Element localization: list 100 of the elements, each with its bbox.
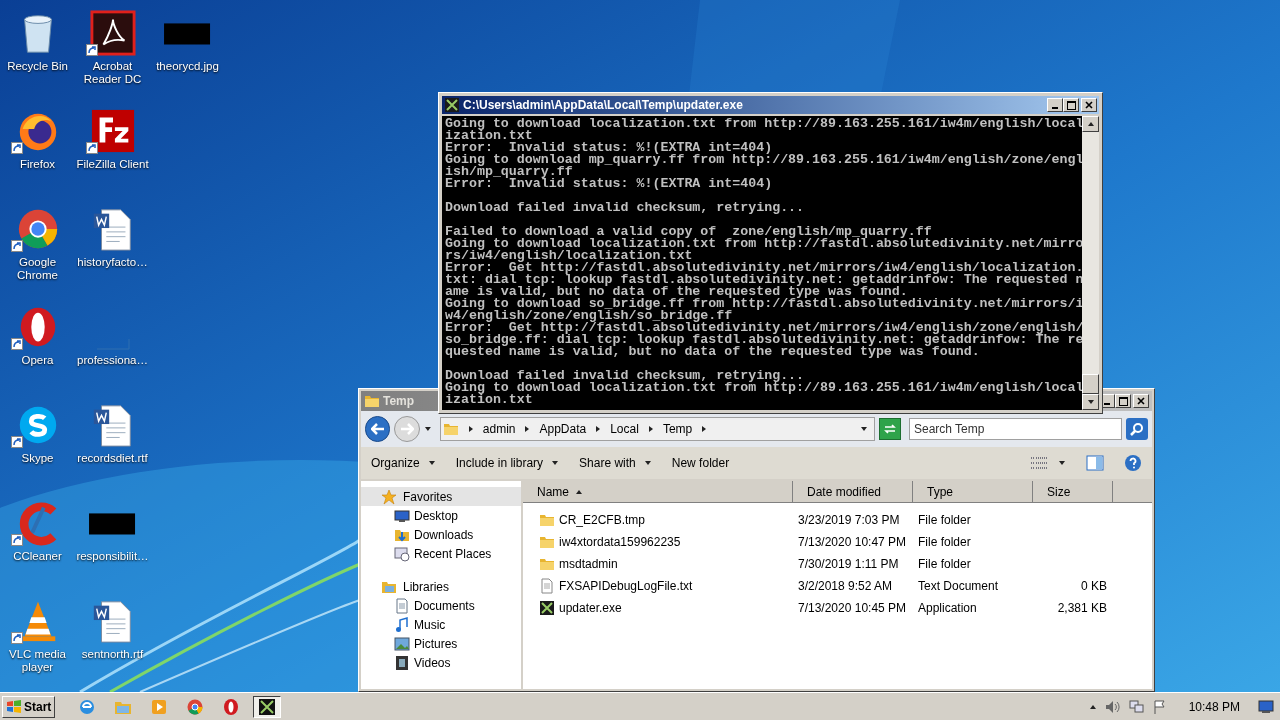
maximize-button[interactable] xyxy=(1063,98,1079,112)
clock[interactable]: 10:48 PM xyxy=(1188,697,1240,716)
nav-item[interactable]: Pictures xyxy=(361,634,521,653)
opera-icon xyxy=(222,697,241,716)
nav-item-label: Desktop xyxy=(414,507,459,525)
minimize-button[interactable] xyxy=(1047,98,1063,112)
toolbar-button[interactable]: Organize xyxy=(371,454,436,472)
breadcrumb-item[interactable]: Local xyxy=(610,420,639,438)
scrollbar[interactable] xyxy=(1082,116,1099,410)
table-cell-text: File folder xyxy=(917,512,972,529)
file-name: iw4xtordata159962235 xyxy=(559,534,681,551)
breadcrumb-arrow-icon xyxy=(466,425,475,433)
breadcrumb-item[interactable]: Temp xyxy=(662,420,693,438)
desktop-icon-label[interactable]: Skype xyxy=(0,452,75,465)
table-cell-text: 0 KB xyxy=(1080,578,1108,595)
nav-group-label: Libraries xyxy=(403,578,450,596)
view-options-icon[interactable] xyxy=(1030,456,1048,470)
refresh-button[interactable] xyxy=(879,418,901,440)
nav-item[interactable]: Music xyxy=(361,615,521,634)
desktop-icon-label[interactable]: Firefox xyxy=(0,158,75,171)
forward-arrow-icon xyxy=(400,423,415,435)
console-line: Error: Invalid status: %!(EXTRA int=404) xyxy=(445,142,773,154)
desktop-icon-label[interactable]: responsibilit… xyxy=(75,550,150,563)
file-name-cell[interactable]: updater.exe xyxy=(523,599,793,617)
console-line: Failed to download a valid copy of zone/english/mp_quarry.ff xyxy=(445,226,932,238)
desktop-icon-label[interactable]: Recycle Bin xyxy=(0,60,75,73)
back-arrow-icon xyxy=(370,423,385,435)
table-cell-text: 7/13/2020 10:47 PM xyxy=(797,534,908,551)
nav-item-label: Pictures xyxy=(414,635,458,653)
nav-item[interactable]: Videos xyxy=(361,653,521,672)
desktop-icon-label[interactable]: Opera xyxy=(0,354,75,367)
scroll-up-icon xyxy=(1086,120,1095,128)
acrobat-icon xyxy=(89,10,136,56)
chrome-icon xyxy=(186,697,205,716)
star-icon xyxy=(381,488,397,505)
console-icon xyxy=(444,97,460,113)
file-name-cell[interactable]: FXSAPIDebugLogFile.txt xyxy=(523,577,793,595)
desktop-icon-label[interactable]: theorycd.jpg xyxy=(150,60,225,73)
breadcrumb-arrow-icon xyxy=(646,425,655,433)
file-name-cell[interactable]: CR_E2CFB.tmp xyxy=(523,511,793,529)
file-name: updater.exe xyxy=(559,600,622,617)
nav-item[interactable]: Desktop xyxy=(361,506,521,525)
breadcrumb-item[interactable]: admin xyxy=(482,420,516,438)
flag-icon[interactable] xyxy=(1152,699,1167,714)
breadcrumb-item[interactable]: AppData xyxy=(539,420,587,438)
recent-icon xyxy=(394,545,410,562)
nav-group[interactable]: Favorites xyxy=(361,487,521,506)
network-icon[interactable] xyxy=(1128,699,1145,714)
documents-icon xyxy=(394,597,410,614)
toolbar-button[interactable]: Share with xyxy=(579,454,652,472)
search-field[interactable]: Search Temp xyxy=(908,418,1123,440)
speaker-icon[interactable] xyxy=(1104,699,1121,714)
media-icon xyxy=(150,697,169,716)
scroll-down-icon xyxy=(1086,398,1095,406)
desktop-icon-label[interactable]: Acrobat Reader DC xyxy=(75,60,150,86)
start-button[interactable]: Start xyxy=(2,695,56,718)
desktop-icon-label[interactable]: sentnorth.rtf xyxy=(75,648,150,661)
taskbar-button[interactable] xyxy=(253,695,282,718)
toolbar-button[interactable]: New folder xyxy=(671,454,730,472)
preview-pane-icon[interactable] xyxy=(1086,455,1104,471)
help-icon[interactable] xyxy=(1124,454,1142,472)
nav-item[interactable]: Documents xyxy=(361,596,521,615)
address-bar[interactable]: admin AppData Local Temp xyxy=(439,417,876,441)
pictures-icon xyxy=(394,635,410,652)
nav-item[interactable]: Downloads xyxy=(361,525,521,544)
console-line: Error: Invalid status: %!(EXTRA int=404) xyxy=(445,178,774,190)
window-title: Temp xyxy=(383,393,415,410)
desktop-icon-label[interactable]: CCleaner xyxy=(0,550,75,563)
show-desktop-icon[interactable] xyxy=(1258,699,1274,714)
file-name-cell[interactable]: iw4xtordata159962235 xyxy=(523,533,793,551)
history-caret-icon xyxy=(423,425,432,433)
windows-logo-icon xyxy=(6,699,22,714)
search-button[interactable] xyxy=(1126,418,1148,440)
console-line: w4/english/zone/english/so_bridge.ff xyxy=(445,310,733,322)
desktop-icon-label[interactable]: recordsdiet.rtf xyxy=(75,452,150,465)
table-cell-text: 7/30/2019 1:11 PM xyxy=(797,556,900,573)
back-button[interactable] xyxy=(365,416,391,442)
desktop-icon-label[interactable]: professiona… xyxy=(75,354,150,367)
file-name-cell[interactable]: msdtadmin xyxy=(523,555,793,573)
maximize-button[interactable] xyxy=(1115,394,1131,408)
column-header[interactable]: Date modified xyxy=(793,481,913,503)
toolbar-button[interactable]: Include in library xyxy=(455,454,560,472)
scrollbar-thumb[interactable] xyxy=(1082,374,1099,394)
nav-item[interactable]: Recent Places xyxy=(361,544,521,563)
window-title: C:\Users\admin\AppData\Local\Temp\updater.exe xyxy=(463,97,744,114)
folder-icon xyxy=(364,393,380,409)
file-name: msdtadmin xyxy=(559,556,618,573)
desktop-icon-label[interactable]: Google Chrome xyxy=(0,256,75,282)
close-button[interactable] xyxy=(1081,98,1097,112)
dropdown-caret-icon xyxy=(643,459,652,467)
nav-group[interactable]: Libraries xyxy=(361,577,521,596)
column-header[interactable]: Size xyxy=(1033,481,1113,503)
table-cell-text: 3/2/2018 9:52 AM xyxy=(797,578,894,595)
close-button[interactable] xyxy=(1133,394,1149,408)
column-header[interactable]: Name xyxy=(523,481,793,503)
console-line: Download failed invalid checksum, retrying... xyxy=(445,202,806,214)
desktop-icon-label[interactable]: VLC media player xyxy=(0,648,75,674)
column-header[interactable]: Type xyxy=(913,481,1033,503)
desktop-icon-label[interactable]: historyfacto… xyxy=(75,256,150,269)
desktop-icon-label[interactable]: FileZilla Client xyxy=(75,158,150,171)
